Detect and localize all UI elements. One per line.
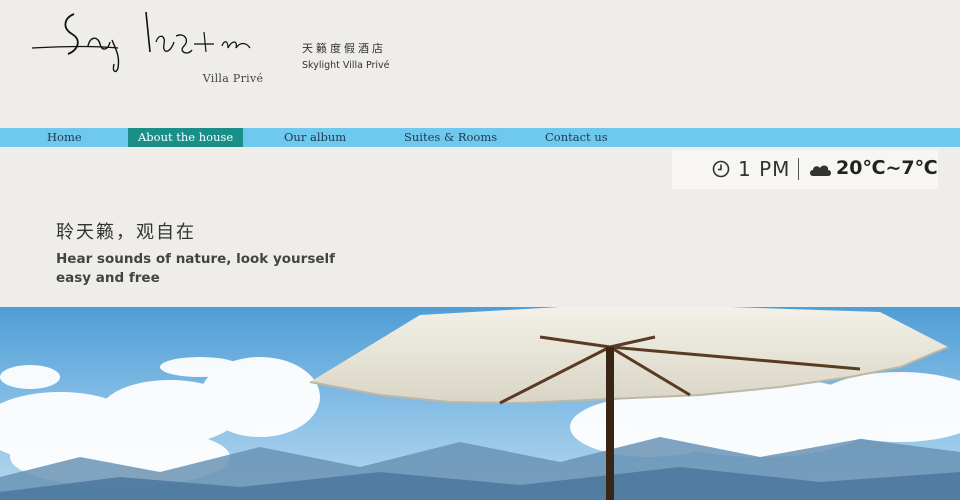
nav-about-the-house[interactable]: About the house [128, 128, 244, 147]
main-navigation: Home About the house Our album Suites & … [0, 128, 960, 147]
nav-contact-us[interactable]: Contact us [545, 128, 608, 147]
current-time: 1 PM [738, 157, 791, 181]
clock-icon [712, 160, 730, 182]
cloud-icon [808, 161, 832, 181]
logo-signature [31, 11, 251, 73]
temperature-range: 20℃~7℃ [836, 157, 938, 179]
nav-suites-rooms[interactable]: Suites & Rooms [404, 128, 497, 147]
hotel-name-chinese: 天籁度假酒店 [302, 42, 386, 55]
nav-our-album[interactable]: Our album [284, 128, 346, 147]
hotel-name-english: Skylight Villa Privé [302, 60, 390, 71]
logo-subtitle: Villa Privé [202, 72, 264, 85]
nav-home[interactable]: Home [47, 128, 82, 147]
site-logo[interactable]: Villa Privé [28, 6, 268, 86]
weather-divider [798, 158, 799, 180]
hotel-name-block: 天籁度假酒店 Skylight Villa Privé [302, 40, 390, 71]
hero-image [0, 307, 960, 500]
tagline-english-line-1: Hear sounds of nature, look yourself [56, 251, 336, 267]
tagline-chinese: 聆天籁，观自在 [56, 222, 196, 243]
tagline-english: Hear sounds of nature, look yourself eas… [56, 250, 335, 288]
tagline-english-line-2: easy and free [56, 270, 160, 286]
weather-widget: 1 PM 20℃~7℃ [672, 150, 938, 189]
tagline: 聆天籁，观自在 Hear sounds of nature, look your… [56, 218, 335, 288]
